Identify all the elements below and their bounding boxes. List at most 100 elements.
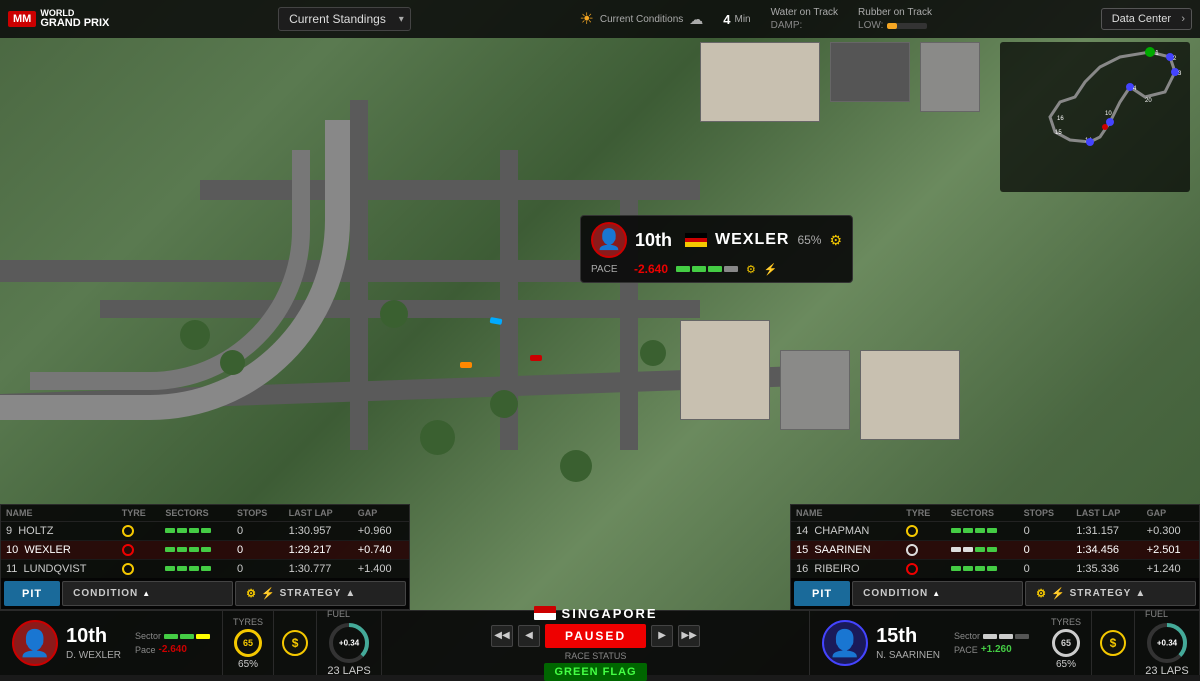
coin-icon-strategy-right: ⚙	[1036, 587, 1047, 600]
row-gap: +0.960	[353, 521, 409, 540]
smb-r1	[983, 634, 997, 639]
smb-3	[196, 634, 210, 639]
location-row: SINGAPORE	[534, 606, 658, 621]
timer-unit: Min	[734, 14, 750, 25]
tree-2	[220, 350, 245, 375]
right-coin-symbol: $	[1110, 636, 1117, 650]
sector-dots	[951, 528, 1014, 533]
fast-forward-button[interactable]: ▶▶	[678, 625, 700, 647]
smb-1	[164, 634, 178, 639]
right-strategy-button[interactable]: ⚙ ⚡ STRATEGY ▲	[1025, 581, 1196, 606]
sector-dot	[201, 528, 211, 533]
col-gap-left: Gap	[353, 505, 409, 522]
col-tyre-right: Tyre	[901, 505, 945, 522]
tyre-icon-white	[906, 544, 918, 556]
right-pit-button[interactable]: PIT	[794, 581, 850, 606]
left-driver-pos-big: 10th	[66, 625, 121, 648]
smb-r2	[999, 634, 1013, 639]
row-name: 15 SAARINEN	[791, 540, 901, 559]
marker-14	[1086, 138, 1094, 146]
left-laps-value: 23 LAPS	[327, 665, 370, 677]
right-condition-button[interactable]: CONDITION ▲	[852, 581, 1023, 606]
left-tyre-big: 65	[234, 629, 262, 657]
marker-1	[1145, 47, 1155, 57]
sector-dot	[987, 528, 997, 533]
building-5	[780, 350, 850, 430]
right-standings-table: Name Tyre Sectors Stops Last Lap Gap 14 …	[791, 505, 1199, 578]
top-hud: MM WORLD GRAND PRIX Current Standings ☀ …	[0, 0, 1200, 38]
sector-dot	[189, 528, 199, 533]
data-center-button[interactable]: Data Center	[1101, 8, 1192, 30]
right-driver-pos-big: 15th	[876, 625, 940, 648]
sector-dot	[975, 528, 985, 533]
row-gap: +1.400	[353, 559, 409, 578]
bubble-driver-name: WEXLER	[715, 231, 789, 249]
left-driver-status-panel: 👤 10th D. WEXLER Sector Pace -2.640	[0, 611, 223, 675]
building-6	[860, 350, 960, 440]
bubble-position: 10th	[635, 230, 677, 251]
water-section: Water on Track DAMP:	[771, 7, 838, 31]
flag-de	[685, 233, 707, 247]
sector-dots	[165, 566, 227, 571]
right-tyres-section: Tyres 65 65%	[1041, 611, 1092, 675]
row-tyre	[117, 521, 161, 540]
svg-text:20: 20	[1145, 98, 1152, 104]
right-pace-label: PACE	[954, 645, 978, 655]
row-sectors	[946, 540, 1019, 559]
building-1	[700, 42, 820, 122]
tree-3	[380, 300, 408, 328]
bubble-top: 👤 10th WEXLER 65% ⚙	[591, 222, 842, 258]
right-fuel-section: Fuel +0.34 23 LAPS	[1135, 611, 1200, 675]
center-controls: SINGAPORE ◀◀ ◀ PAUSED ▶ ▶▶ Race Status G…	[382, 606, 809, 681]
tyre-icon	[122, 563, 134, 575]
timer-section: 4 Min	[723, 12, 750, 27]
tree-4	[420, 420, 455, 455]
row-lastlap: 1:31.157	[1071, 521, 1141, 540]
row-lastlap: 1:30.957	[284, 521, 353, 540]
rewind-button[interactable]: ◀◀	[491, 625, 513, 647]
right-fuel-label: Fuel	[1145, 609, 1168, 619]
col-lastlap-left: Last Lap	[284, 505, 353, 522]
playback-controls: ◀◀ ◀ PAUSED ▶ ▶▶	[491, 624, 700, 648]
condition-arrow-right: ▲	[932, 589, 941, 598]
building-2	[830, 42, 910, 102]
step-forward-button[interactable]: ▶	[651, 625, 673, 647]
sector-dots	[951, 566, 1014, 571]
right-driver-info: 15th N. SAARINEN	[876, 625, 940, 661]
sector-dot	[189, 547, 199, 552]
sector-dot	[963, 547, 973, 552]
standings-label: Current Standings	[289, 12, 386, 26]
row-tyre	[117, 559, 161, 578]
tree-1	[180, 320, 210, 350]
damp-label: DAMP:	[771, 20, 803, 31]
left-standings-table: Name Tyre Sectors Stops Last Lap Gap 9 H…	[1, 505, 409, 578]
right-action-row: PIT CONDITION ▲ ⚙ ⚡ STRATEGY ▲	[791, 578, 1199, 609]
strategy-label-right: STRATEGY	[1070, 588, 1132, 599]
left-pit-button[interactable]: PIT	[4, 581, 60, 606]
tyre-icon	[906, 525, 918, 537]
coin-icon-bubble: ⚙	[829, 232, 842, 249]
pause-button[interactable]: PAUSED	[545, 624, 646, 648]
left-driver-stats: Sector Pace -2.640	[135, 631, 210, 655]
sun-icon: ☀	[580, 9, 594, 29]
car-3	[460, 362, 472, 368]
row-lastlap: 1:29.217	[284, 540, 353, 559]
lightning-strategy-right: ⚡	[1051, 587, 1066, 600]
left-strategy-button[interactable]: ⚙ ⚡ STRATEGY ▲	[235, 581, 406, 606]
sector-dots	[951, 547, 1014, 552]
sector-dot	[189, 566, 199, 571]
right-sector-bars	[983, 634, 1029, 639]
right-laps-value: 23 LAPS	[1145, 665, 1188, 677]
condition-label-left: CONDITION	[73, 588, 138, 599]
row-name: 10 WEXLER	[1, 540, 117, 559]
coin-small-1: ⚙	[746, 263, 756, 276]
condition-label-right: CONDITION	[863, 588, 928, 599]
standings-dropdown[interactable]: Current Standings	[278, 7, 411, 31]
left-driver-name: D. WEXLER	[66, 650, 121, 661]
flag-sg-red	[534, 606, 556, 613]
cloud-icon: ☁	[689, 11, 703, 28]
step-back-button[interactable]: ◀	[518, 625, 540, 647]
left-condition-button[interactable]: CONDITION ▲	[62, 581, 233, 606]
row-lastlap: 1:35.336	[1071, 559, 1141, 578]
tree-6	[560, 450, 592, 482]
